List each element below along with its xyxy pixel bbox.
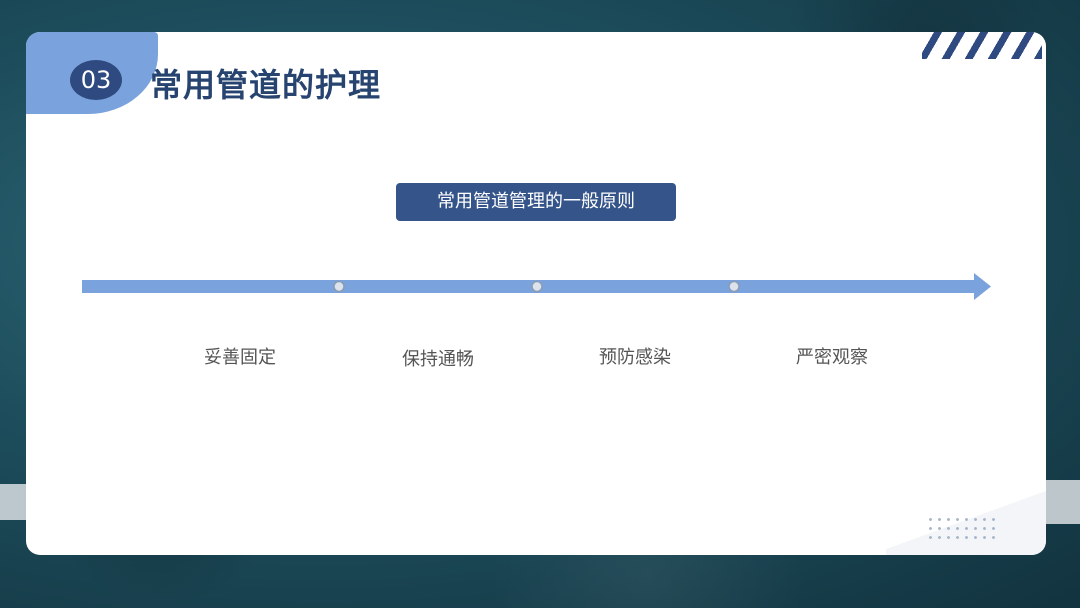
- content-card: 03 常用管道的护理 常用管道管理的一般原则 妥善固定 保持通畅 预防感染 严密…: [26, 32, 1046, 555]
- background-stripe-left: [0, 484, 28, 520]
- timeline-node-2: [531, 280, 543, 293]
- timeline-arrowhead: [974, 273, 991, 300]
- timeline-node-1: [333, 280, 345, 293]
- principle-patency: 保持通畅: [402, 349, 474, 370]
- timeline: [82, 273, 991, 300]
- principle-observation: 严密观察: [796, 347, 868, 368]
- timeline-bar: [82, 280, 978, 293]
- timeline-node-3: [728, 280, 740, 293]
- principle-fixation: 妥善固定: [204, 347, 276, 368]
- principle-infection-prevention: 预防感染: [599, 347, 671, 368]
